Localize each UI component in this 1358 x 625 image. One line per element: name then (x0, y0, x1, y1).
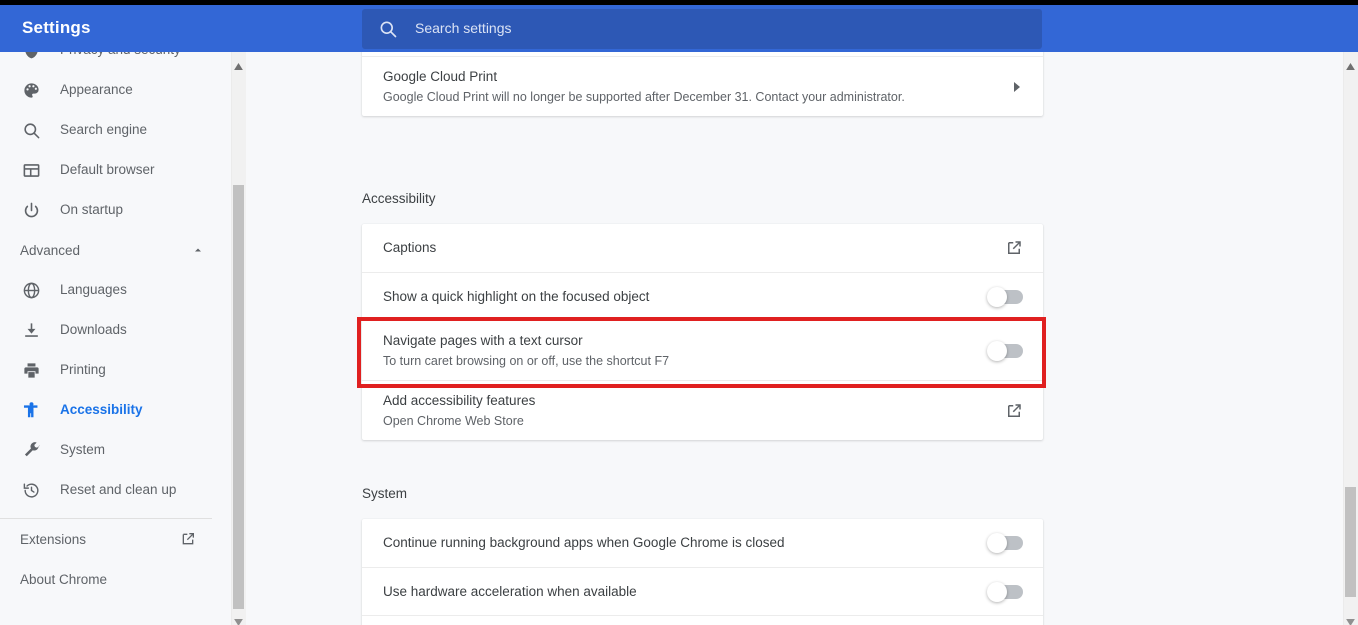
sidebar-item-on-startup[interactable]: On startup (0, 190, 232, 230)
browser-window-icon (20, 159, 42, 181)
sidebar-item-label: System (60, 442, 106, 458)
row-title: Captions (383, 240, 437, 255)
sidebar-scrollbar-thumb[interactable] (233, 185, 244, 609)
chevron-up-icon[interactable] (192, 244, 204, 256)
sidebar-item-about-chrome[interactable]: About Chrome (0, 559, 232, 599)
row-title: Navigate pages with a text cursor (383, 332, 583, 348)
external-link-icon[interactable] (1005, 402, 1023, 420)
main-content: Printers Google Cloud Print Google Cloud… (246, 52, 1343, 625)
wrench-icon (20, 439, 42, 461)
sidebar-item-downloads[interactable]: Downloads (0, 310, 232, 350)
row-google-cloud-print[interactable]: Google Cloud Print Google Cloud Print wi… (362, 56, 1043, 116)
sidebar-scroll-down-icon[interactable] (234, 613, 243, 625)
shield-icon (20, 52, 42, 61)
sidebar-item-search-engine[interactable]: Search engine (0, 110, 232, 150)
sidebar-item-reset-and-clean-up[interactable]: Reset and clean up (0, 470, 232, 510)
toggle-knob (987, 286, 1007, 307)
row-texts: Continue running background apps when Go… (383, 534, 989, 552)
sidebar-item-label: On startup (60, 202, 124, 218)
row-partial-bottom[interactable] (362, 615, 1043, 625)
sidebar-item-label: Search engine (60, 122, 148, 138)
chevron-right-icon[interactable] (1011, 80, 1023, 94)
section-heading-system: System (362, 486, 408, 501)
sidebar-item-label: Accessibility (60, 402, 143, 418)
sidebar-item-label: Reset and clean up (60, 482, 177, 498)
settings-page: Settings Search settings Privacy and sec… (0, 0, 1358, 625)
row-texts: Use hardware acceleration when available (383, 583, 989, 601)
sidebar: Privacy and security Appearance Search e… (0, 52, 232, 625)
main-scrollbar-thumb[interactable] (1345, 487, 1356, 597)
section-heading-accessibility: Accessibility (362, 191, 436, 206)
sidebar-item-extensions[interactable]: Extensions (0, 519, 232, 559)
row-subtitle: Open Chrome Web Store (383, 413, 524, 428)
accessibility-icon (20, 399, 42, 421)
row-title: Google Cloud Print (383, 68, 498, 84)
sidebar-item-default-browser[interactable]: Default browser (0, 150, 232, 190)
search-input[interactable]: Search settings (415, 20, 512, 36)
power-icon (20, 199, 42, 221)
row-hardware-acceleration[interactable]: Use hardware acceleration when available (362, 567, 1043, 615)
sidebar-section-label: Advanced (20, 242, 81, 258)
sidebar-item-label: Appearance (60, 82, 133, 98)
row-texts: Add accessibility features Open Chrome W… (383, 392, 1005, 430)
sidebar-item-label: Privacy and security (60, 52, 181, 57)
search-icon (20, 119, 42, 141)
app-header: Settings Search settings (0, 5, 1358, 52)
restore-icon (20, 479, 42, 501)
printer-icon (20, 359, 42, 381)
external-link-icon[interactable] (180, 531, 196, 547)
row-texts: Navigate pages with a text cursor To tur… (383, 332, 989, 370)
main-scroll-down-icon[interactable] (1346, 613, 1355, 625)
row-show-quick-highlight[interactable]: Show a quick highlight on the focused ob… (362, 272, 1043, 320)
row-subtitle: Google Cloud Print will no longer be sup… (383, 89, 905, 104)
search-icon (378, 19, 398, 39)
row-add-accessibility-features[interactable]: Add accessibility features Open Chrome W… (362, 380, 1043, 440)
sidebar-item-label: Printing (60, 362, 106, 378)
sidebar-item-printing[interactable]: Printing (0, 350, 232, 390)
palette-icon (20, 79, 42, 101)
toggle-show-quick-highlight[interactable] (987, 286, 1023, 307)
external-link-icon[interactable] (1005, 239, 1023, 257)
sidebar-section-advanced[interactable]: Advanced (0, 230, 232, 270)
sidebar-item-system[interactable]: System (0, 430, 232, 470)
accessibility-card: Captions Show a quick highlight on the f… (362, 224, 1043, 440)
row-title: Add accessibility features (383, 392, 536, 408)
row-captions[interactable]: Captions (362, 224, 1043, 272)
toggle-knob (987, 533, 1007, 553)
sidebar-item-accessibility[interactable]: Accessibility (0, 390, 232, 430)
search-bar[interactable]: Search settings (362, 9, 1042, 49)
row-texts: Captions (383, 239, 1005, 257)
row-texts: Google Cloud Print Google Cloud Print wi… (383, 68, 1011, 106)
toggle-knob (987, 340, 1007, 361)
toggle-hardware-acceleration[interactable] (987, 581, 1023, 602)
sidebar-item-label: Languages (60, 282, 127, 298)
row-title: Use hardware acceleration when available (383, 583, 637, 599)
row-background-apps[interactable]: Continue running background apps when Go… (362, 519, 1043, 567)
sidebar-list: Privacy and security Appearance Search e… (0, 52, 232, 599)
printing-card: Printers Google Cloud Print Google Cloud… (362, 52, 1043, 116)
download-icon (20, 319, 42, 341)
main-scroll-up-icon[interactable] (1346, 57, 1355, 70)
sidebar-scroll-up-icon[interactable] (234, 57, 243, 70)
sidebar-item-appearance[interactable]: Appearance (0, 70, 232, 110)
sidebar-item-label: About Chrome (20, 571, 108, 587)
sidebar-item-languages[interactable]: Languages (0, 270, 232, 310)
row-texts: Show a quick highlight on the focused ob… (383, 288, 989, 306)
sidebar-item-privacy-and-security[interactable]: Privacy and security (0, 52, 232, 70)
sidebar-item-label: Downloads (60, 322, 127, 338)
sidebar-item-label: Default browser (60, 162, 155, 178)
row-title: Show a quick highlight on the focused ob… (383, 288, 650, 304)
row-navigate-pages-with-text-cursor[interactable]: Navigate pages with a text cursor To tur… (362, 320, 1043, 380)
globe-icon (20, 279, 42, 301)
row-title: Continue running background apps when Go… (383, 535, 785, 550)
system-card: Continue running background apps when Go… (362, 519, 1043, 625)
toggle-knob (987, 581, 1007, 602)
page-title: Settings (22, 18, 91, 37)
sidebar-item-label: Extensions (20, 531, 87, 547)
toggle-background-apps[interactable] (987, 533, 1023, 553)
row-subtitle: To turn caret browsing on or off, use th… (383, 353, 670, 368)
toggle-caret-browsing[interactable] (987, 340, 1023, 361)
